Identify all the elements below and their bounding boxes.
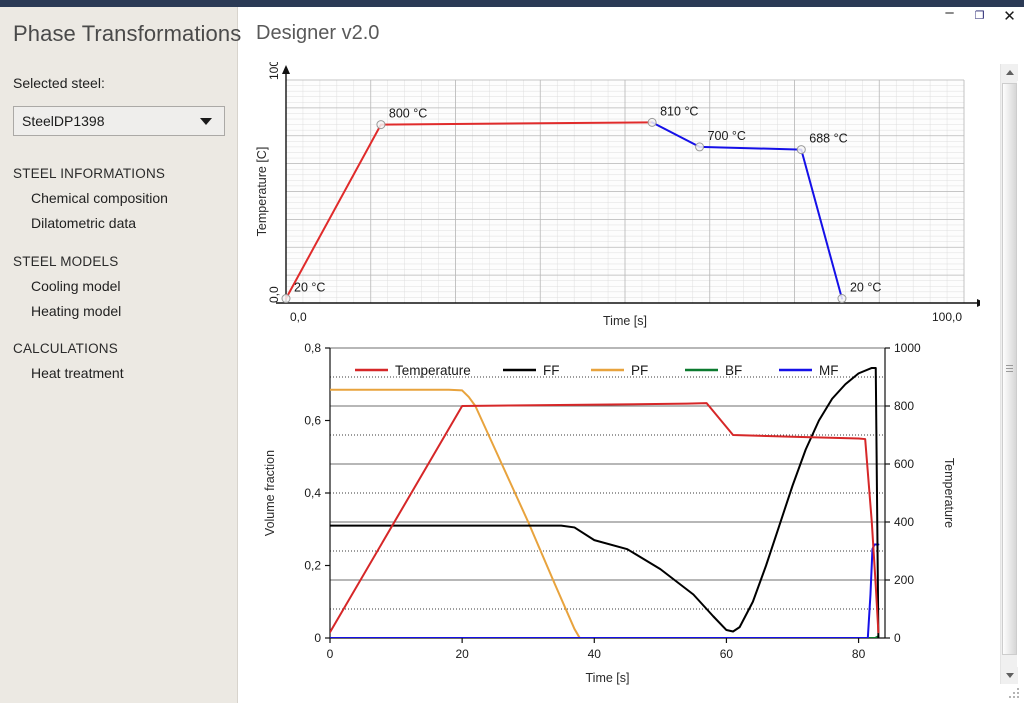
svg-text:200: 200 [894,573,914,587]
page-title: Designer v2.0 [256,22,380,44]
svg-text:0,8: 0,8 [304,341,321,355]
svg-text:Time [s]: Time [s] [603,314,647,328]
close-icon[interactable]: ✕ [1001,8,1018,25]
sidebar-item-chemical-composition[interactable]: Chemical composition [31,190,168,206]
svg-text:1000,0: 1000,0 [267,62,281,80]
scrollbar-thumb[interactable] [1002,83,1017,655]
nav-heading-steel-informations: STEEL INFORMATIONS [13,166,166,181]
steel-select-value: SteelDP1398 [22,113,105,129]
svg-text:Temperature: Temperature [942,458,956,528]
svg-text:0,0: 0,0 [290,310,307,324]
svg-text:0,2: 0,2 [304,559,321,573]
sidebar: Phase Transformations Selected steel: St… [0,7,242,703]
svg-text:0,4: 0,4 [304,486,321,500]
svg-text:40: 40 [588,647,602,661]
svg-text:100,0: 100,0 [932,310,962,324]
svg-text:Volume fraction: Volume fraction [263,450,277,536]
app-title: Phase Transformations [13,21,242,46]
scrollbar-grip-icon [1006,365,1013,373]
svg-text:400: 400 [894,515,914,529]
svg-text:0: 0 [327,647,334,661]
svg-text:20 °C: 20 °C [294,281,325,295]
svg-text:20: 20 [455,647,469,661]
svg-text:FF: FF [543,363,560,378]
sidebar-item-dilatometric-data[interactable]: Dilatometric data [31,215,136,231]
selected-steel-label: Selected steel: [13,75,105,91]
steel-select[interactable]: SteelDP1398 [13,106,225,136]
svg-text:0,6: 0,6 [304,414,321,428]
nav-heading-calculations: CALCULATIONS [13,341,118,356]
svg-text:60: 60 [720,647,734,661]
svg-text:810 °C: 810 °C [660,104,698,118]
chevron-down-icon [200,117,212,125]
schedule-plot: 1000,0 0,0 Temperature [C] 0,0 100,0 Time [s]… [255,62,980,328]
svg-text:MF: MF [819,363,839,378]
window-controls: – ❐ ✕ [941,5,1018,26]
sidebar-item-cooling-model[interactable]: Cooling model [31,278,121,294]
svg-text:Temperature: Temperature [395,363,471,378]
svg-text:0,0: 0,0 [267,286,281,303]
svg-text:800: 800 [894,399,914,413]
minimize-icon[interactable]: – [941,5,958,25]
phase-fractions-chart: 0 0,2 0,4 0,6 0,8 Volume fraction 0 200 400 600 80… [252,336,980,696]
svg-text:0: 0 [314,631,321,645]
svg-text:BF: BF [725,363,742,378]
vertical-scrollbar[interactable] [1000,64,1018,684]
svg-text:700 °C: 700 °C [708,129,746,143]
heat-treatment-schedule-chart: 1000,0 0,0 Temperature [C] 0,0 100,0 Time [s]… [252,62,980,332]
svg-text:688 °C: 688 °C [809,132,847,146]
svg-text:20 °C: 20 °C [850,281,881,295]
svg-text:1000: 1000 [894,341,921,355]
sidebar-item-heating-model[interactable]: Heating model [31,303,121,319]
svg-text:Temperature [C]: Temperature [C] [255,147,269,237]
svg-text:800 °C: 800 °C [389,107,427,121]
sidebar-item-heat-treatment[interactable]: Heat treatment [31,365,124,381]
svg-text:PF: PF [631,363,648,378]
nav-heading-steel-models: STEEL MODELS [13,254,119,269]
scroll-up-icon[interactable] [1001,64,1018,81]
svg-text:80: 80 [852,647,866,661]
title-bar [0,0,1024,7]
application-window: – ❐ ✕ Phase Transformations Selected ste… [0,0,1024,703]
svg-text:600: 600 [894,457,914,471]
svg-text:Time [s]: Time [s] [586,671,630,685]
svg-text:0: 0 [894,631,901,645]
phase-fraction-plot: 00,20,40,60,8Volume fraction020040060080… [263,341,956,685]
resize-grip-icon[interactable] [1008,687,1021,700]
scroll-down-icon[interactable] [1001,667,1018,684]
maximize-icon[interactable]: ❐ [971,8,988,25]
